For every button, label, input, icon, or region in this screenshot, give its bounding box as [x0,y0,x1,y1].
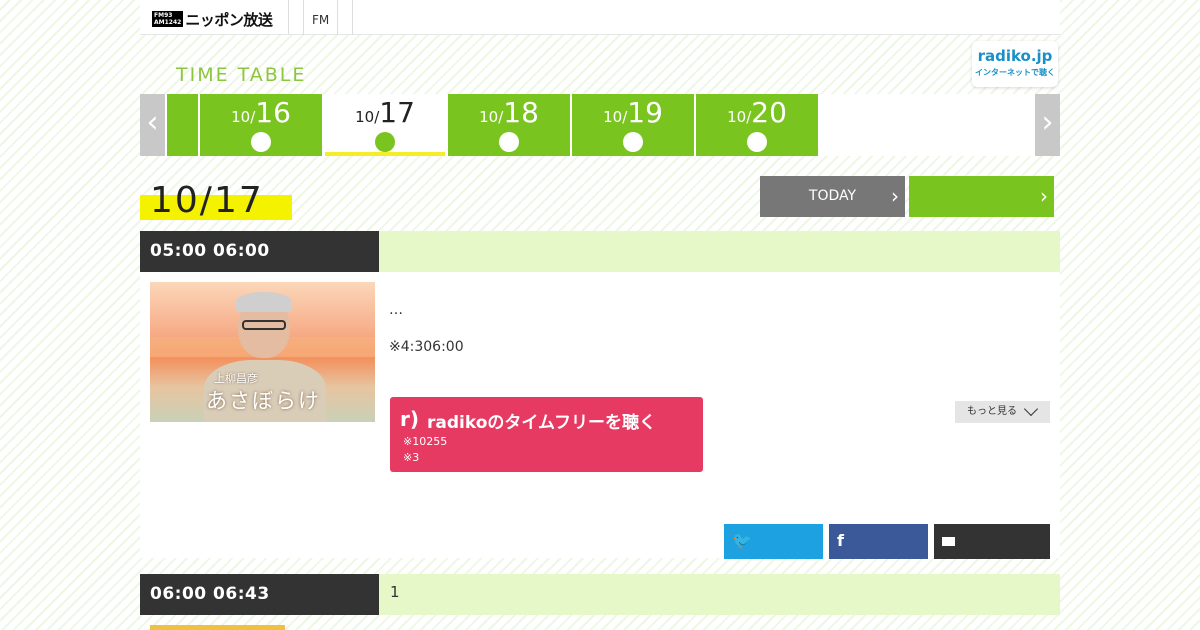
nav-item-empty-1[interactable] [337,0,352,35]
program-note: ※4:306:00 [389,339,464,355]
program-header: 06:00 06:43 1 [140,574,1060,615]
date-tab-19[interactable]: 10/19 [572,94,694,156]
radiko-sub-text: インターネットで聴く [975,68,1055,77]
top-nav: FM [288,0,367,35]
date-tab-16[interactable]: 10/16 [200,94,322,156]
twitter-icon: 🐦 [732,531,752,550]
thumbnail-show-name: あさぼらけ [206,389,321,413]
timetable-title: TIME TABLE [176,64,307,86]
more-button[interactable]: もっと見る [955,401,1050,423]
station-logo[interactable]: FM93 AM1242 ニッポン放送 [152,10,273,29]
email-share-button[interactable] [934,524,1050,559]
nav-item-fm[interactable]: FM [303,0,337,35]
chevron-right-icon: › [1041,105,1054,140]
nav-item-empty-2[interactable] [352,0,367,35]
mail-icon [942,531,955,551]
date-tab-20[interactable]: 10/20 [696,94,818,156]
facebook-share-button[interactable]: f [829,524,928,559]
program-description: … [389,302,403,318]
thumbnail-person-hair [236,292,292,312]
radiko-icon: r) [400,407,420,431]
program-header: 05:00 06:00 [140,231,1060,272]
date-tab-partial[interactable] [167,94,198,156]
today-button[interactable]: TODAY › [760,176,905,217]
current-date: 10/17 [150,180,264,221]
radiko-timefree-button[interactable]: r) radikoのタイムフリーを聴く ※10255 ※3 [390,397,703,472]
prev-dates-button[interactable]: ‹ [140,94,165,156]
program-time: 06:00 06:43 [140,574,379,615]
program-thumbnail[interactable]: 上柳昌彦 あさぼらけ [150,282,375,422]
chevron-down-icon [1023,401,1039,417]
chevron-right-icon: › [1040,184,1048,208]
thumbnail-host-name: 上柳昌彦 [214,372,258,385]
program-thumbnail[interactable] [150,625,285,630]
radiko-note-2: ※3 [403,451,420,464]
nav-divider [288,0,303,35]
program-time: 05:00 06:00 [140,231,379,272]
chevron-left-icon: ‹ [146,105,159,140]
radiko-logo-text: radiko.jp [977,47,1053,65]
next-dates-button[interactable]: › [1035,94,1060,156]
date-tab-18[interactable]: 10/18 [448,94,570,156]
radiko-note-1: ※10255 [403,435,448,448]
top-bar: FM93 AM1242 ニッポン放送 FM [140,0,1060,35]
program-title: 1 [390,583,400,601]
twitter-share-button[interactable]: 🐦 [724,524,823,559]
thumbnail-glasses [242,320,286,330]
chevron-right-icon: › [891,184,899,208]
program-body: 上柳昌彦 あさぼらけ … ※4:306:00 r) radikoのタイムフリーを… [140,272,1060,559]
facebook-icon: f [837,531,844,550]
logo-name: ニッポン放送 [185,10,273,29]
next-day-button[interactable]: › [909,176,1054,217]
logo-badge: FM93 AM1242 [152,11,184,27]
radiko-button-label: radikoのタイムフリーを聴く [427,413,657,433]
radiko-banner[interactable]: radiko.jp インターネットで聴く [972,41,1058,87]
date-tab-17[interactable]: 10/17 [325,94,445,156]
